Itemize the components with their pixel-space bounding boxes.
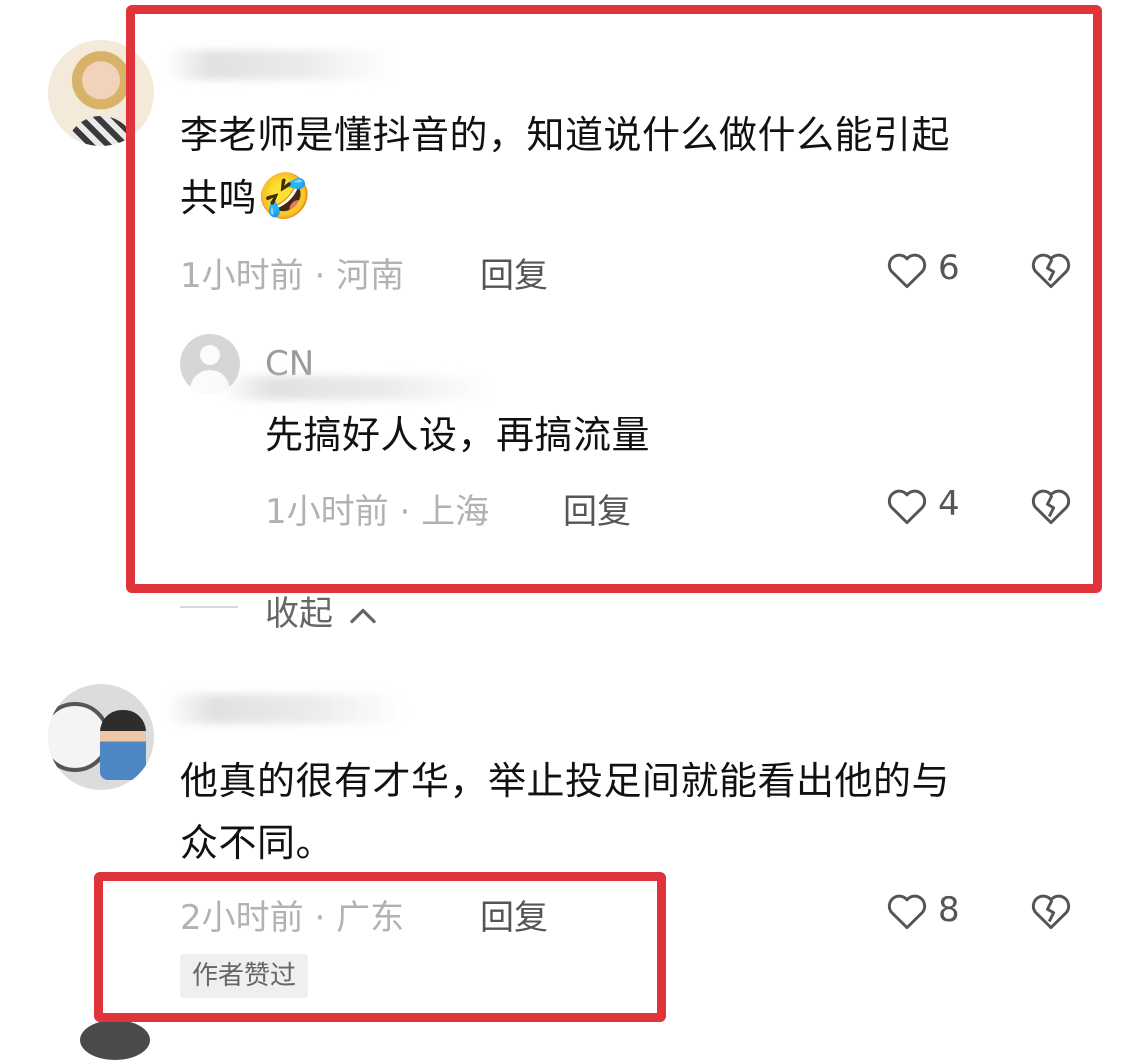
reply-button[interactable]: 回复	[480, 890, 548, 939]
dislike-broken-heart-icon[interactable]	[1030, 486, 1072, 530]
comment-text-line1: 李老师是懂抖音的，知道说什么做什么能引起	[180, 113, 951, 157]
like-count: 4	[938, 484, 960, 524]
commenter-avatar[interactable]	[48, 684, 154, 790]
reply-username-blurred	[220, 376, 490, 400]
comment-meta: 2小时前 · 广东	[180, 898, 405, 938]
like-count: 8	[938, 890, 960, 930]
comment-text-line2: 共鸣🤣	[180, 171, 313, 222]
like-heart-icon[interactable]	[886, 250, 928, 294]
like-heart-icon[interactable]	[886, 486, 928, 530]
collapse-divider	[180, 606, 238, 608]
next-commenter-avatar[interactable]	[80, 1020, 150, 1060]
laughing-emoji-icon: 🤣	[257, 171, 313, 222]
comment-meta: 1小时前 · 河南	[180, 256, 405, 296]
comment-text-line2: 众不同。	[180, 821, 335, 865]
chevron-up-icon	[350, 608, 376, 623]
reply-button[interactable]: 回复	[480, 248, 548, 297]
dislike-broken-heart-icon[interactable]	[1030, 250, 1072, 294]
like-heart-icon[interactable]	[886, 891, 928, 935]
commenter-avatar[interactable]	[48, 40, 154, 146]
author-liked-badge: 作者赞过	[180, 954, 309, 998]
commenter-username-blurred[interactable]	[165, 694, 405, 724]
like-count: 6	[938, 248, 960, 288]
collapse-replies-button[interactable]: 收起	[265, 586, 380, 635]
reply-meta: 1小时前 · 上海	[265, 492, 490, 532]
commenter-username-blurred[interactable]	[165, 50, 395, 80]
dislike-broken-heart-icon[interactable]	[1030, 891, 1072, 935]
reply-button[interactable]: 回复	[563, 484, 631, 533]
reply-text: 先搞好人设，再搞流量	[265, 413, 651, 457]
comment-text-line1: 他真的很有才华，举止投足间就能看出他的与	[180, 759, 951, 803]
